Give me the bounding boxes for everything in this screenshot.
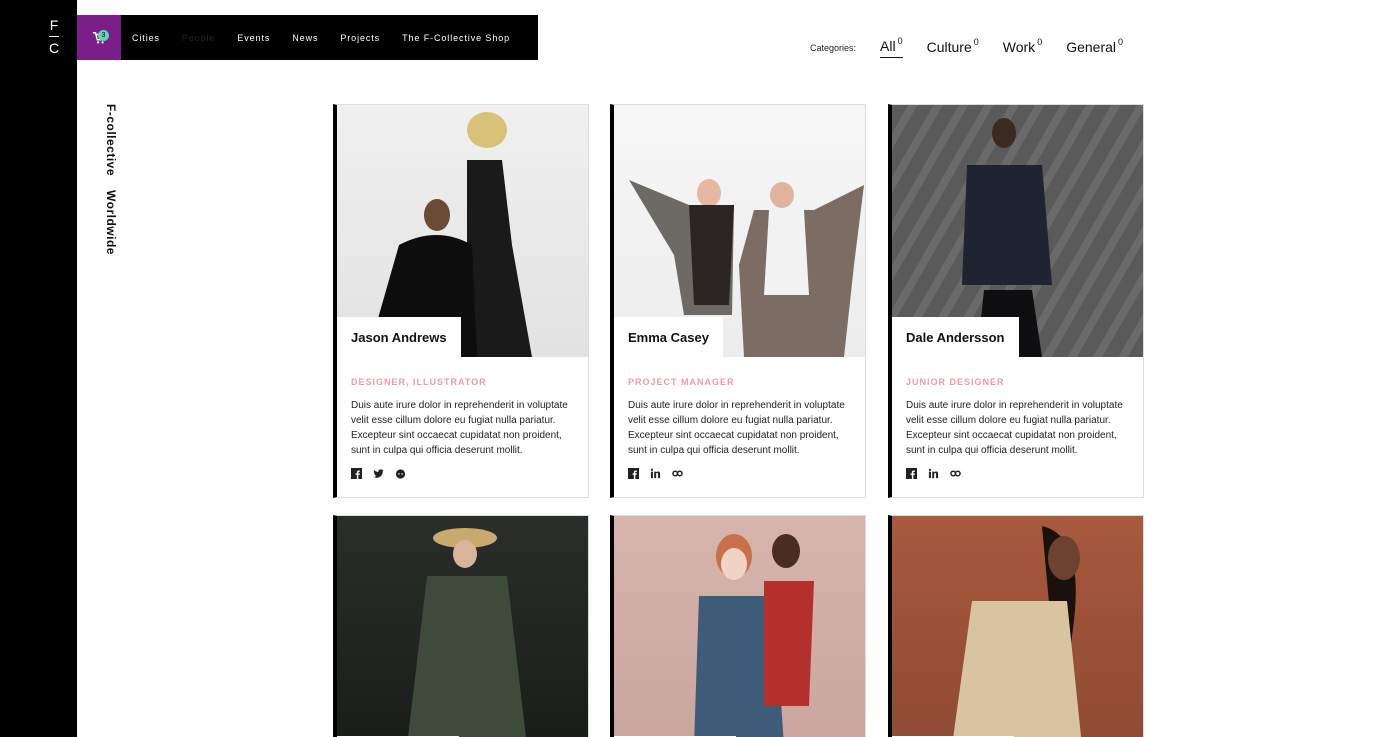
category-work-label: Work <box>1002 39 1036 55</box>
person-role: Designer, Illustrator <box>351 377 487 387</box>
top-nav: 3 Cities People Events News Projects The… <box>77 15 538 60</box>
social-links <box>351 468 574 479</box>
person-photo[interactable]: Emma Casey <box>614 105 865 357</box>
facebook-icon[interactable] <box>628 468 639 479</box>
site-title-part1: F-collective <box>104 104 118 177</box>
social-links <box>628 468 851 479</box>
linkedin-icon[interactable] <box>650 468 661 479</box>
logo[interactable]: F C <box>44 17 64 56</box>
person-card[interactable] <box>888 515 1144 737</box>
person-photo[interactable]: Dale Andersson <box>892 105 1143 357</box>
category-filter: Categories: All 0 Culture 0 Work 0 General 0 <box>810 36 1147 58</box>
link-icon[interactable] <box>672 468 683 479</box>
category-all-label: All <box>880 38 896 54</box>
person-card[interactable]: Dale Andersson Junior Designer Duis aute… <box>888 104 1144 498</box>
linkedin-icon[interactable] <box>928 468 939 479</box>
category-all-count: 0 <box>897 36 903 46</box>
person-card[interactable]: Emma Casey Project Manager Duis aute iru… <box>610 104 866 498</box>
category-work-count: 0 <box>1037 37 1043 47</box>
person-card[interactable]: Jason Andrews Designer, Illustrator Duis… <box>333 104 589 498</box>
social-links <box>906 468 1129 479</box>
person-card[interactable] <box>333 515 589 737</box>
logo-divider <box>49 36 59 37</box>
cart-count-badge: 3 <box>98 30 109 41</box>
category-culture-count: 0 <box>973 37 979 47</box>
facebook-icon[interactable] <box>351 468 362 479</box>
person-role: Project Manager <box>628 377 735 387</box>
twitter-icon[interactable] <box>373 468 384 479</box>
photo-figure <box>408 528 526 737</box>
person-name: Jason Andrews <box>337 317 461 357</box>
nav-people[interactable]: People <box>182 33 215 43</box>
person-role: Junior Designer <box>906 377 1005 387</box>
categories-label: Categories: <box>810 43 857 53</box>
person-photo[interactable] <box>337 516 588 737</box>
nav-news[interactable]: News <box>292 33 318 43</box>
github-icon[interactable] <box>395 468 406 479</box>
category-general-count: 0 <box>1118 37 1124 47</box>
cart-button[interactable]: 3 <box>77 15 121 60</box>
category-all[interactable]: All 0 <box>880 36 903 58</box>
photo-figure <box>694 534 814 737</box>
person-photo[interactable] <box>892 516 1143 737</box>
person-photo[interactable]: Jason Andrews <box>337 105 588 357</box>
person-description: Duis aute irure dolor in reprehenderit i… <box>351 400 568 456</box>
facebook-icon[interactable] <box>906 468 917 479</box>
person-card[interactable] <box>610 515 866 737</box>
nav-cities[interactable]: Cities <box>132 33 160 43</box>
category-culture-label: Culture <box>926 39 972 55</box>
logo-letter-c: C <box>48 40 60 56</box>
site-title: F-collective Worldwide <box>104 104 118 255</box>
person-name: Dale Andersson <box>892 317 1019 357</box>
site-title-part2: Worldwide <box>104 189 118 255</box>
person-description: Duis aute irure dolor in reprehenderit i… <box>906 400 1123 456</box>
sidebar: F C <box>0 0 77 737</box>
person-photo[interactable] <box>614 516 865 737</box>
photo-figure <box>953 526 1082 737</box>
person-name: Emma Casey <box>614 317 723 357</box>
nav-shop[interactable]: The F-Collective Shop <box>402 33 510 43</box>
category-work[interactable]: Work 0 <box>1002 37 1043 58</box>
nav-projects[interactable]: Projects <box>340 33 380 43</box>
link-icon[interactable] <box>950 468 961 479</box>
person-description: Duis aute irure dolor in reprehenderit i… <box>628 400 845 456</box>
nav-events[interactable]: Events <box>237 33 270 43</box>
category-general[interactable]: General 0 <box>1066 37 1124 58</box>
category-general-label: General <box>1066 39 1117 55</box>
category-culture[interactable]: Culture 0 <box>926 37 979 58</box>
logo-letter-f: F <box>49 17 59 33</box>
